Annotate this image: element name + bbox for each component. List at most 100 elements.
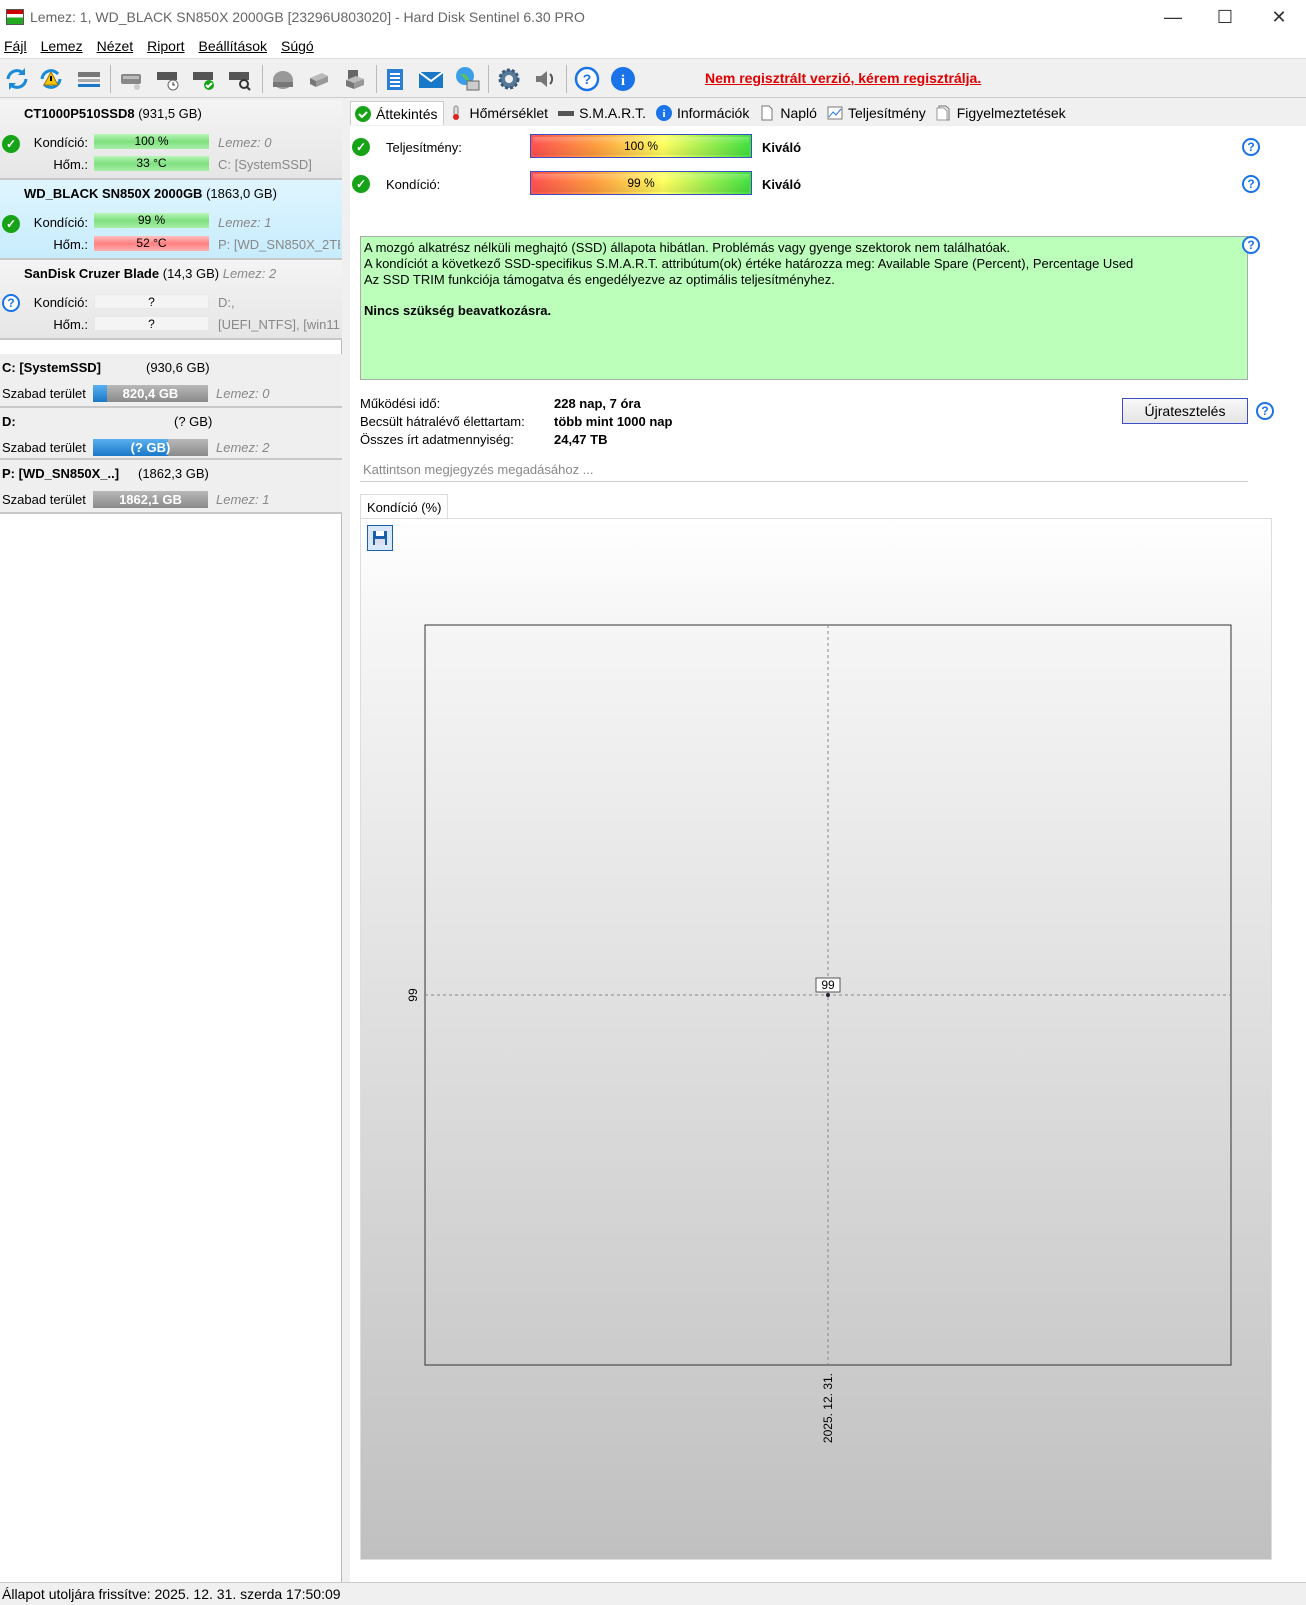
disk-number: Lemez: 1: [216, 492, 270, 507]
temperature-label: Hőm.:: [53, 317, 88, 332]
disk-check-icon[interactable]: [188, 64, 218, 94]
disk-list-icon[interactable]: [74, 64, 104, 94]
help-icon[interactable]: ?: [1242, 175, 1260, 193]
tab-smart[interactable]: S.M.A.R.T.: [554, 101, 652, 125]
condition-bar: ?: [94, 294, 209, 309]
drive-backup-icon[interactable]: [340, 64, 370, 94]
tab-performance[interactable]: Teljesítmény: [823, 101, 932, 125]
volume-name: C: [SystemSSD]: [2, 360, 101, 375]
document-icon: [759, 105, 775, 121]
help-icon[interactable]: ?: [1242, 138, 1260, 156]
register-link[interactable]: Nem regisztrált verzió, kérem regisztrál…: [705, 70, 981, 86]
temperature-label: Hőm.:: [53, 157, 88, 172]
settings-icon[interactable]: [494, 64, 524, 94]
condition-label: Kondíció:: [386, 177, 441, 192]
volume-name: P: [WD_SN850X_..]: [2, 466, 120, 481]
refresh-icon[interactable]: [2, 64, 32, 94]
note-input[interactable]: Kattintson megjegyzés megadásához ...: [360, 458, 1248, 482]
info-icon: i: [655, 105, 672, 121]
chart-plot: 99 99 2025. 12. 31.: [406, 624, 1232, 1443]
volume-list: P: [WD_SN850X_2TB]: [218, 237, 340, 252]
tab-temperature[interactable]: Hőmérséklet: [444, 101, 554, 125]
email-icon[interactable]: [416, 64, 446, 94]
unknown-status-icon: ?: [2, 294, 20, 312]
volume-list: D:,: [218, 295, 235, 310]
disk-number: Lemez: 2: [216, 440, 270, 455]
condition-status: Kiváló: [762, 177, 802, 192]
disk-info-icon[interactable]: [116, 64, 146, 94]
status-message: A mozgó alkatrész nélküli meghajtó (SSD)…: [360, 236, 1248, 380]
menu-file[interactable]: Fájl: [0, 38, 37, 54]
about-icon[interactable]: i: [608, 64, 638, 94]
disk-title: CT1000P510SSD8 (931,5 GB): [24, 106, 202, 121]
performance-row: ✓ Teljesítmény: 100 % Kiváló ?: [350, 132, 1306, 162]
help-icon[interactable]: ?: [1256, 402, 1274, 420]
tab-information[interactable]: i Információk: [652, 101, 755, 125]
disk-number: Lemez: 0: [218, 135, 272, 150]
maximize-button[interactable]: ☐: [1200, 0, 1250, 34]
condition-bar: 100 %: [94, 134, 209, 149]
menu-view[interactable]: Nézet: [93, 38, 144, 54]
tab-log[interactable]: Napló: [755, 101, 823, 125]
help-icon[interactable]: ?: [572, 64, 602, 94]
disk-item[interactable]: CT1000P510SSD8 (931,5 GB) ✓ Kondíció: 10…: [0, 100, 342, 180]
status-bar: Állapot utoljára frissítve: 2025. 12. 31…: [0, 1582, 1306, 1605]
tab-warnings[interactable]: Figyelmeztetések: [932, 101, 1072, 125]
menu-settings[interactable]: Beállítások: [195, 38, 277, 54]
condition-label: Kondíció:: [33, 215, 88, 230]
free-space-bar: (? GB): [93, 439, 208, 456]
svg-text:i: i: [621, 73, 625, 89]
ok-status-icon: ✓: [352, 138, 370, 156]
message-action: Nincs szükség beavatkozásra.: [364, 303, 552, 318]
written-label: Összes írt adatmennyiség:: [360, 432, 514, 447]
close-button[interactable]: ✕: [1254, 0, 1304, 34]
condition-label: Kondíció:: [33, 135, 88, 150]
disk-item-selected[interactable]: WD_BLACK SN850X 2000GB (1863,0 GB) ✓ Kon…: [0, 180, 342, 260]
volume-name: D:: [2, 414, 16, 429]
disk-surface-icon[interactable]: [268, 64, 298, 94]
refresh-warning-icon[interactable]: [36, 64, 66, 94]
menu-disk[interactable]: Lemez: [37, 38, 93, 54]
disk-title: SanDisk Cruzer Blade (14,3 GB) Lemez: 2: [24, 266, 277, 281]
network-icon[interactable]: [452, 64, 482, 94]
ok-status-icon: ✓: [2, 135, 20, 153]
free-space-label: Szabad terület: [2, 386, 86, 401]
volume-item[interactable]: P: [WD_SN850X_..] (1862,3 GB) Szabad ter…: [0, 460, 342, 514]
tab-condition-chart[interactable]: Kondíció (%): [360, 494, 449, 518]
menu-report[interactable]: Riport: [143, 38, 194, 54]
help-icon[interactable]: ?: [1242, 236, 1260, 254]
volume-list: [UEFI_NTFS], [win11: [218, 317, 340, 332]
retest-button[interactable]: Újratesztelés: [1122, 398, 1248, 424]
warning-doc-icon: [936, 105, 952, 121]
details-pane: Áttekintés Hőmérséklet S.M.A.R.T. i Info…: [350, 100, 1306, 1582]
disk-search-icon[interactable]: [224, 64, 254, 94]
disk-list-pane: CT1000P510SSD8 (931,5 GB) ✓ Kondíció: 10…: [0, 100, 342, 1582]
disk-number: Lemez: 1: [218, 215, 272, 230]
sound-icon[interactable]: [530, 64, 560, 94]
drive-transfer-icon[interactable]: [304, 64, 334, 94]
report-icon[interactable]: [380, 64, 410, 94]
volume-size: (? GB): [174, 414, 213, 429]
volume-item[interactable]: D: (? GB) Szabad terület (? GB) Lemez: 2: [0, 408, 342, 460]
disk-number: Lemez: 0: [216, 386, 270, 401]
minimize-button[interactable]: —: [1148, 0, 1198, 34]
tab-overview[interactable]: Áttekintés: [350, 101, 445, 125]
free-space-label: Szabad terület: [2, 492, 86, 507]
menu-help[interactable]: Súgó: [277, 38, 324, 54]
chart-icon: [827, 105, 843, 121]
condition-bar: 99 %: [94, 213, 209, 228]
disk-item[interactable]: SanDisk Cruzer Blade (14,3 GB) Lemez: 2 …: [0, 260, 342, 340]
x-tick-label: 2025. 12. 31.: [821, 1373, 835, 1443]
temperature-bar: ?: [94, 316, 209, 331]
data-point: [826, 993, 830, 997]
thermometer-icon: [448, 105, 464, 121]
volume-item[interactable]: C: [SystemSSD] (930,6 GB) Szabad terület…: [0, 354, 342, 408]
temperature-bar: 33 °C: [94, 156, 209, 171]
data-label: 99: [821, 978, 835, 992]
disk-schedule-icon[interactable]: [152, 64, 182, 94]
uptime-label: Működési idő:: [360, 396, 441, 411]
free-space-label: Szabad terület: [2, 440, 86, 455]
lifetime-label: Becsült hátralévő élettartam:: [360, 414, 525, 429]
volume-size: (1862,3 GB): [138, 466, 209, 481]
disk-title: WD_BLACK SN850X 2000GB (1863,0 GB): [24, 186, 277, 201]
